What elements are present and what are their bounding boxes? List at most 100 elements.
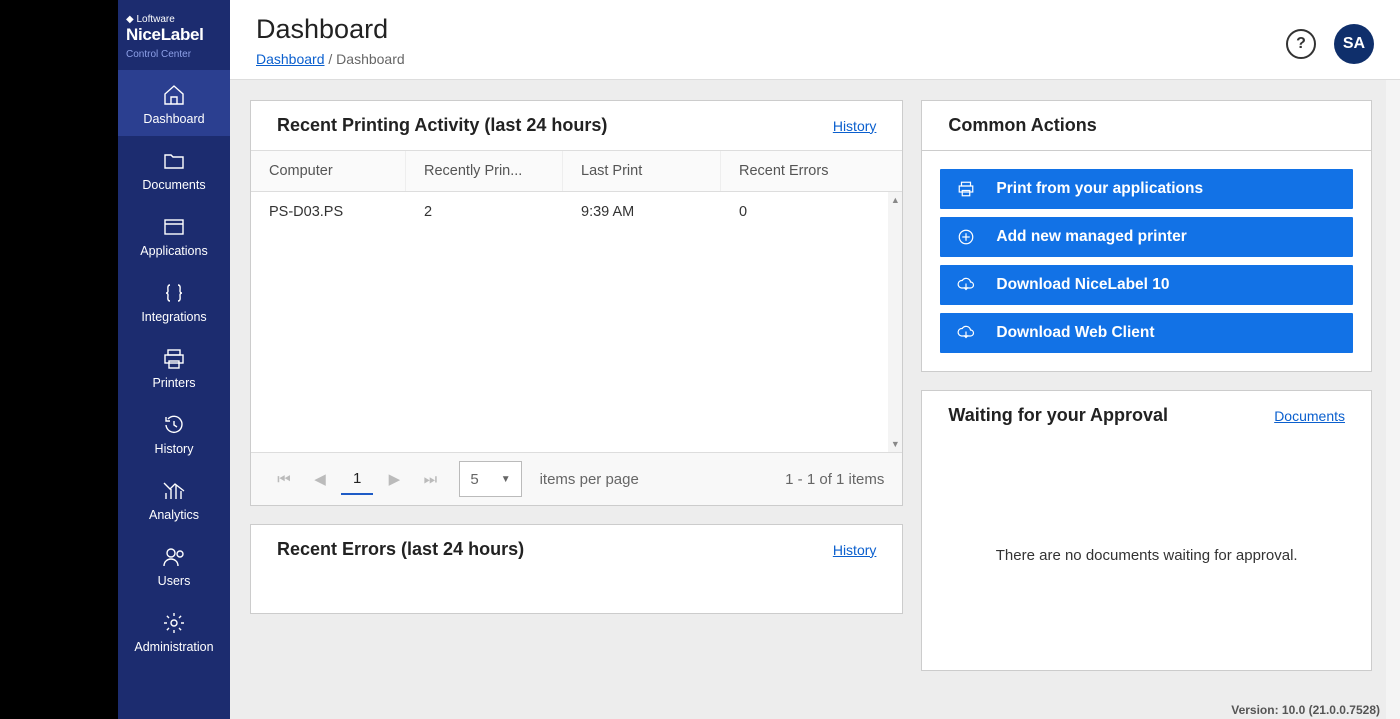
breadcrumb-sep: /	[325, 51, 337, 67]
action-label: Download NiceLabel 10	[996, 276, 1169, 294]
breadcrumb-root-link[interactable]: Dashboard	[256, 51, 325, 67]
card-title: Recent Printing Activity (last 24 hours)	[277, 115, 607, 136]
page-size-select[interactable]: 5 ▼	[459, 461, 521, 497]
items-count-label: 1 - 1 of 1 items	[785, 471, 884, 488]
table-scrollbar[interactable]: ▲ ▼	[888, 192, 902, 452]
items-per-page-label: items per page	[540, 471, 639, 488]
window-icon	[161, 214, 187, 240]
col-recently-printed[interactable]: Recently Prin...	[406, 151, 563, 191]
header: Dashboard Dashboard / Dashboard ? SA	[230, 0, 1400, 80]
user-avatar[interactable]: SA	[1334, 24, 1374, 64]
action-add-printer[interactable]: Add new managed printer	[940, 217, 1353, 257]
sidebar-item-users[interactable]: Users	[118, 532, 230, 598]
header-right: ? SA	[1286, 14, 1374, 64]
approval-empty-text: There are no documents waiting for appro…	[996, 547, 1298, 564]
action-print-from-apps[interactable]: Print from your applications	[940, 169, 1353, 209]
history-icon	[161, 412, 187, 438]
cloud-download-icon	[956, 275, 976, 295]
column-left: Recent Printing Activity (last 24 hours)…	[250, 100, 903, 719]
action-label: Download Web Client	[996, 324, 1154, 342]
page-size-value: 5	[470, 471, 478, 488]
pager-next-button[interactable]: ▶	[379, 464, 409, 494]
cell-computer: PS-D03.PS	[251, 192, 406, 232]
cell-last: 9:39 AM	[563, 192, 721, 232]
help-button[interactable]: ?	[1286, 29, 1316, 59]
sidebar-item-integrations[interactable]: Integrations	[118, 268, 230, 334]
card-header: Waiting for your Approval Documents	[922, 391, 1371, 440]
scroll-down-icon: ▼	[888, 436, 902, 452]
action-label: Print from your applications	[996, 180, 1203, 198]
home-icon	[161, 82, 187, 108]
printer-icon	[956, 179, 976, 199]
sidebar-item-history[interactable]: History	[118, 400, 230, 466]
action-download-nicelabel[interactable]: Download NiceLabel 10	[940, 265, 1353, 305]
table-header-row: Computer Recently Prin... Last Print Rec…	[251, 150, 902, 192]
users-icon	[161, 544, 187, 570]
cloud-download-icon	[956, 323, 976, 343]
pager-last-button[interactable]: ⏭	[415, 464, 445, 494]
brand-top: ◆ Loftware	[126, 14, 222, 25]
pager-prev-button[interactable]: ◀	[305, 464, 335, 494]
sidebar-item-label: Administration	[134, 640, 213, 654]
col-last-print[interactable]: Last Print	[563, 151, 721, 191]
braces-icon	[161, 280, 187, 306]
sidebar: ◆ Loftware NiceLabel Control Center Dash…	[118, 0, 230, 719]
approval-card: Waiting for your Approval Documents Ther…	[921, 390, 1372, 671]
column-right: Common Actions Print from your applicati…	[921, 100, 1372, 719]
brand-logo: ◆ Loftware NiceLabel Control Center	[118, 0, 230, 70]
history-link[interactable]: History	[833, 542, 877, 558]
pager: ⏮ ◀ 1 ▶ ⏭ 5 ▼ items per page 1 - 1 of 1 …	[251, 452, 902, 505]
cell-errors: 0	[721, 192, 902, 232]
col-recent-errors[interactable]: Recent Errors	[721, 151, 902, 191]
gear-icon	[161, 610, 187, 636]
sidebar-item-documents[interactable]: Documents	[118, 136, 230, 202]
recent-activity-card: Recent Printing Activity (last 24 hours)…	[250, 100, 903, 506]
left-black-bar	[0, 0, 118, 719]
col-computer[interactable]: Computer	[251, 151, 406, 191]
card-title: Recent Errors (last 24 hours)	[277, 539, 524, 560]
sidebar-item-label: Dashboard	[143, 112, 204, 126]
sidebar-item-dashboard[interactable]: Dashboard	[118, 70, 230, 136]
pager-page-number[interactable]: 1	[341, 464, 373, 495]
sidebar-item-label: Users	[158, 574, 191, 588]
card-title: Waiting for your Approval	[948, 405, 1168, 426]
card-header: Common Actions	[922, 101, 1371, 151]
card-header: Recent Errors (last 24 hours) History	[251, 525, 902, 574]
plus-circle-icon	[956, 227, 976, 247]
pager-first-button[interactable]: ⏮	[269, 464, 299, 494]
card-header: Recent Printing Activity (last 24 hours)…	[251, 101, 902, 150]
sidebar-nav: Dashboard Documents Applications Integra…	[118, 70, 230, 664]
sidebar-item-analytics[interactable]: Analytics	[118, 466, 230, 532]
sidebar-item-label: History	[155, 442, 194, 456]
version-label: Version: 10.0 (21.0.0.7528)	[1231, 703, 1380, 717]
printer-icon	[161, 346, 187, 372]
scroll-up-icon: ▲	[888, 192, 902, 208]
content: Recent Printing Activity (last 24 hours)…	[230, 80, 1400, 719]
approval-body: There are no documents waiting for appro…	[922, 440, 1371, 670]
breadcrumb-leaf: Dashboard	[336, 51, 405, 67]
sidebar-item-label: Documents	[142, 178, 205, 192]
recent-errors-card: Recent Errors (last 24 hours) History	[250, 524, 903, 614]
sidebar-item-administration[interactable]: Administration	[118, 598, 230, 664]
actions-list: Print from your applications Add new man…	[922, 151, 1371, 371]
history-link[interactable]: History	[833, 118, 877, 134]
table-row[interactable]: PS-D03.PS 2 9:39 AM 0	[251, 192, 902, 232]
sidebar-item-label: Printers	[152, 376, 195, 390]
cell-recently: 2	[406, 192, 563, 232]
chevron-down-icon: ▼	[501, 474, 511, 485]
content-scrollbar[interactable]	[1386, 80, 1400, 719]
brand-sub: Control Center	[126, 49, 222, 60]
breadcrumb: Dashboard / Dashboard	[256, 51, 1286, 67]
table-body: PS-D03.PS 2 9:39 AM 0 ▲ ▼	[251, 192, 902, 452]
sidebar-item-printers[interactable]: Printers	[118, 334, 230, 400]
documents-link[interactable]: Documents	[1274, 408, 1345, 424]
main: Dashboard Dashboard / Dashboard ? SA Rec…	[230, 0, 1400, 719]
folder-icon	[161, 148, 187, 174]
sidebar-item-applications[interactable]: Applications	[118, 202, 230, 268]
sidebar-item-label: Applications	[140, 244, 207, 258]
sidebar-item-label: Integrations	[141, 310, 206, 324]
activity-table: Computer Recently Prin... Last Print Rec…	[251, 150, 902, 505]
common-actions-card: Common Actions Print from your applicati…	[921, 100, 1372, 372]
header-left: Dashboard Dashboard / Dashboard	[256, 14, 1286, 67]
action-download-webclient[interactable]: Download Web Client	[940, 313, 1353, 353]
